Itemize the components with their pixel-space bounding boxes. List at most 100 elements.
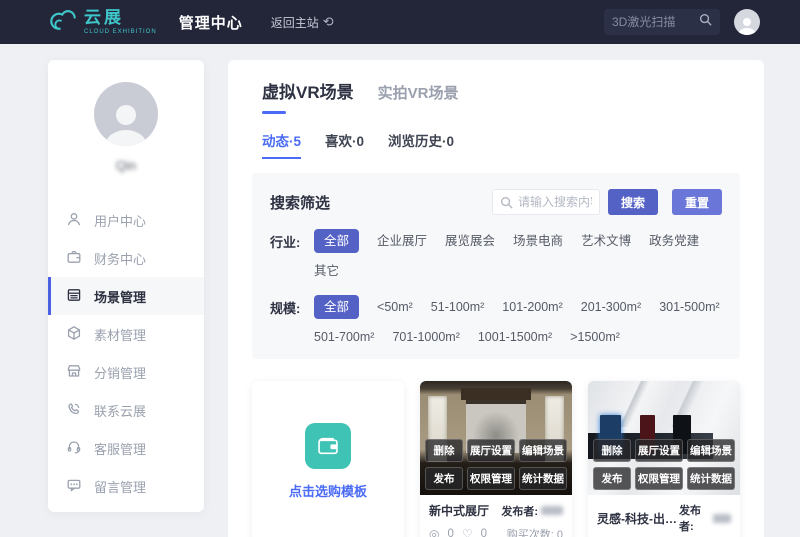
publisher-label: 发布者: [501, 503, 538, 519]
sidebar-item-label: 分销管理 [94, 363, 146, 382]
tab-virtual-vr-scenes[interactable]: 虚拟VR场景 [262, 78, 354, 103]
cube-icon [66, 325, 82, 344]
wallet-shop-icon [305, 423, 351, 469]
subtab-dynamic[interactable]: 动态·5 [262, 130, 301, 159]
buy-template-card[interactable]: 点击选购模板 [252, 381, 404, 537]
reset-button[interactable]: 重置 [672, 189, 722, 215]
search-icon [500, 196, 513, 209]
industry-option[interactable]: 场景电商 [513, 231, 563, 251]
user-avatar[interactable] [94, 82, 158, 146]
message-icon [66, 477, 82, 496]
wallet-icon [66, 249, 82, 268]
sidebar-item-contact-yunzhan[interactable]: 联系云展 [48, 391, 204, 429]
industry-option[interactable]: 展览展会 [445, 231, 495, 251]
filter-title: 搜索筛选 [270, 192, 330, 213]
industry-option[interactable]: 政务党建 [649, 231, 699, 251]
sidebar-item-label: 用户中心 [94, 211, 146, 230]
username: Qin [48, 158, 204, 173]
permissions-button[interactable]: 权限管理 [467, 467, 515, 490]
filter-search-box[interactable] [492, 189, 600, 215]
sidebar-menu: 用户中心 财务中心 场景管理 素材管理 [48, 201, 204, 505]
purchases-label: 购买次数: [507, 529, 554, 537]
industry-option[interactable]: 艺术文博 [581, 231, 631, 251]
scale-option-all[interactable]: 全部 [314, 295, 359, 319]
permissions-button[interactable]: 权限管理 [635, 467, 683, 490]
delete-button[interactable]: 删除 [593, 439, 631, 462]
sidebar-item-scene-management[interactable]: 场景管理 [48, 277, 204, 315]
sub-tabs: 动态·5 喜欢·0 浏览历史·0 [228, 114, 764, 159]
sidebar-item-label: 客服管理 [94, 439, 146, 458]
admin-center-title: 管理中心 [179, 12, 243, 33]
hall-settings-button[interactable]: 展厅设置 [467, 439, 515, 462]
sidebar-item-label: 联系云展 [94, 401, 146, 420]
headset-icon [66, 439, 82, 458]
scale-option[interactable]: 201-300m² [581, 297, 641, 317]
scene-card: 删除 展厅设置 编辑场景 发布 权限管理 统计数据 新中式展厅 发布者: [420, 381, 572, 537]
edit-scene-button[interactable]: 编辑场景 [519, 439, 567, 462]
sidebar-item-finance-center[interactable]: 财务中心 [48, 239, 204, 277]
sidebar-item-label: 财务中心 [94, 249, 146, 268]
return-arrow-icon: ⟲ [323, 14, 334, 30]
cloud-logo-icon [48, 8, 78, 37]
store-icon [66, 363, 82, 382]
user-icon [66, 211, 82, 230]
buy-template-label: 点击选购模板 [289, 481, 367, 500]
publisher-name-blurred [713, 514, 731, 523]
search-icon[interactable] [699, 13, 712, 31]
hall-settings-button[interactable]: 展厅设置 [635, 439, 683, 462]
industry-filter-row: 行业: 全部 企业展厅 展览展会 场景电商 艺术文博 政务党建 其它 [270, 229, 722, 281]
publish-button[interactable]: 发布 [593, 467, 631, 490]
sidebar-item-label: 留言管理 [94, 477, 146, 496]
scene-title: 灵感-科技-出众-3D... [597, 510, 679, 527]
filter-search-input[interactable] [518, 195, 592, 209]
industry-option[interactable]: 企业展厅 [377, 231, 427, 251]
app-logo[interactable]: 云展 CLOUD EXHIBITION [48, 8, 157, 37]
scale-option[interactable]: 501-700m² [314, 327, 374, 347]
sidebar-item-distribution-management[interactable]: 分销管理 [48, 353, 204, 391]
scene-grid-icon [66, 287, 82, 306]
topbar-avatar[interactable] [734, 9, 760, 35]
scale-option[interactable]: 701-1000m² [392, 327, 459, 347]
phone-icon [66, 401, 82, 420]
topbar-search[interactable] [604, 9, 720, 35]
scene-title: 新中式展厅 [429, 502, 489, 519]
scale-option[interactable]: >1500m² [570, 327, 620, 347]
search-button[interactable]: 搜索 [608, 189, 658, 215]
sidebar-item-label: 素材管理 [94, 325, 146, 344]
scene-card: 删除 展厅设置 编辑场景 发布 权限管理 统计数据 灵感-科技-出众-3D...… [588, 381, 740, 537]
filter-panel: 搜索筛选 搜索 重置 行业: 全部 企业展厅 [252, 173, 740, 359]
statistics-button[interactable]: 统计数据 [519, 467, 567, 490]
sidebar-item-message-management[interactable]: 留言管理 [48, 467, 204, 505]
page-tabs: 虚拟VR场景 实拍VR场景 [228, 78, 764, 103]
topbar-search-input[interactable] [612, 15, 699, 29]
sidebar-item-user-center[interactable]: 用户中心 [48, 201, 204, 239]
views-count: 0 [447, 528, 453, 537]
scene-thumbnail[interactable]: 删除 展厅设置 编辑场景 发布 权限管理 统计数据 [588, 381, 740, 495]
tab-real-vr-scenes[interactable]: 实拍VR场景 [378, 82, 459, 103]
sidebar-item-customer-service[interactable]: 客服管理 [48, 429, 204, 467]
subtab-history[interactable]: 浏览历史·0 [388, 130, 454, 159]
topbar: 云展 CLOUD EXHIBITION 管理中心 返回主站 ⟲ [0, 0, 800, 44]
industry-option[interactable]: 其它 [314, 261, 339, 281]
scale-option[interactable]: 51-100m² [431, 297, 485, 317]
scale-option[interactable]: 1001-1500m² [478, 327, 552, 347]
scale-filter-row: 规模: 全部 <50m² 51-100m² 101-200m² 201-300m… [270, 295, 722, 347]
back-to-site-link[interactable]: 返回主站 ⟲ [271, 14, 334, 31]
sidebar-item-material-management[interactable]: 素材管理 [48, 315, 204, 353]
publish-button[interactable]: 发布 [425, 467, 463, 490]
scale-option[interactable]: 101-200m² [502, 297, 562, 317]
scale-option[interactable]: 301-500m² [659, 297, 719, 317]
likes-count: 0 [481, 528, 487, 537]
publisher-label: 发布者: [679, 502, 710, 534]
scale-option[interactable]: <50m² [377, 297, 413, 317]
scale-label: 规模: [270, 295, 314, 347]
industry-label: 行业: [270, 229, 314, 281]
likes-icon: ♡ [462, 527, 473, 537]
publisher-name-blurred [541, 506, 563, 515]
industry-option-all[interactable]: 全部 [314, 229, 359, 253]
scene-thumbnail[interactable]: 删除 展厅设置 编辑场景 发布 权限管理 统计数据 [420, 381, 572, 495]
delete-button[interactable]: 删除 [425, 439, 463, 462]
edit-scene-button[interactable]: 编辑场景 [687, 439, 735, 462]
subtab-likes[interactable]: 喜欢·0 [325, 130, 364, 159]
statistics-button[interactable]: 统计数据 [687, 467, 735, 490]
